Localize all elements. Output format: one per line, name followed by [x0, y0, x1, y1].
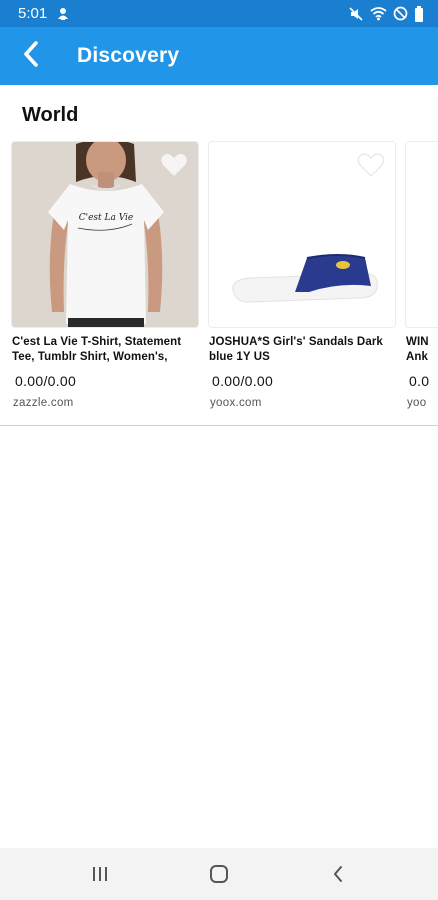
mute-icon	[348, 6, 364, 22]
status-bar: 5:01	[0, 0, 438, 27]
shirt-print-text: C'est La Vie	[79, 213, 134, 223]
back-arrow-icon	[22, 40, 40, 73]
back-icon	[334, 866, 343, 882]
product-price: 0.00/0.00	[212, 373, 274, 389]
favorite-heart-icon[interactable]	[357, 152, 385, 178]
dnd-icon	[393, 6, 408, 21]
product-source: yoo	[407, 397, 427, 409]
product-card[interactable]: JOSHUA*S Girl's' Sandals Dark blue 1Y US…	[208, 141, 396, 425]
recent-apps-icon	[92, 867, 107, 881]
product-name: JOSHUA*S Girl's' Sandals Dark blue 1Y US	[209, 336, 383, 363]
product-carousel[interactable]: C'est La Vie C'est La Vie T-Shirt, State…	[0, 141, 438, 426]
section-title: World	[22, 104, 79, 126]
back-button[interactable]	[0, 27, 62, 85]
recent-apps-button[interactable]	[70, 848, 130, 900]
product-image	[405, 141, 438, 328]
status-time: 5:01	[18, 5, 48, 22]
product-price: 0.00/0.00	[15, 373, 77, 389]
home-icon	[209, 865, 228, 883]
product-name-text: WIN Ank	[406, 336, 429, 363]
nav-back-button[interactable]	[308, 848, 368, 900]
product-image: C'est La Vie	[11, 141, 199, 328]
home-button[interactable]	[189, 848, 249, 900]
product-image	[208, 141, 396, 328]
page-title: Discovery	[77, 44, 180, 67]
product-price: 0.0	[409, 373, 430, 389]
notification-icon	[57, 7, 69, 21]
product-source: yoox.com	[210, 397, 262, 409]
product-name: WIN Ank	[405, 335, 438, 365]
battery-icon	[414, 5, 424, 22]
app-bar: Discovery	[0, 27, 438, 85]
product-source: zazzle.com	[13, 397, 74, 409]
product-card[interactable]: C'est La Vie C'est La Vie T-Shirt, State…	[11, 141, 199, 425]
wifi-icon	[370, 6, 387, 21]
product-card[interactable]: WIN Ank 0.0 yoo	[405, 141, 438, 425]
favorite-heart-icon[interactable]	[160, 152, 188, 178]
product-name: C'est La Vie T-Shirt, Statement Tee, Tum…	[12, 336, 182, 363]
system-nav-bar	[0, 848, 438, 900]
